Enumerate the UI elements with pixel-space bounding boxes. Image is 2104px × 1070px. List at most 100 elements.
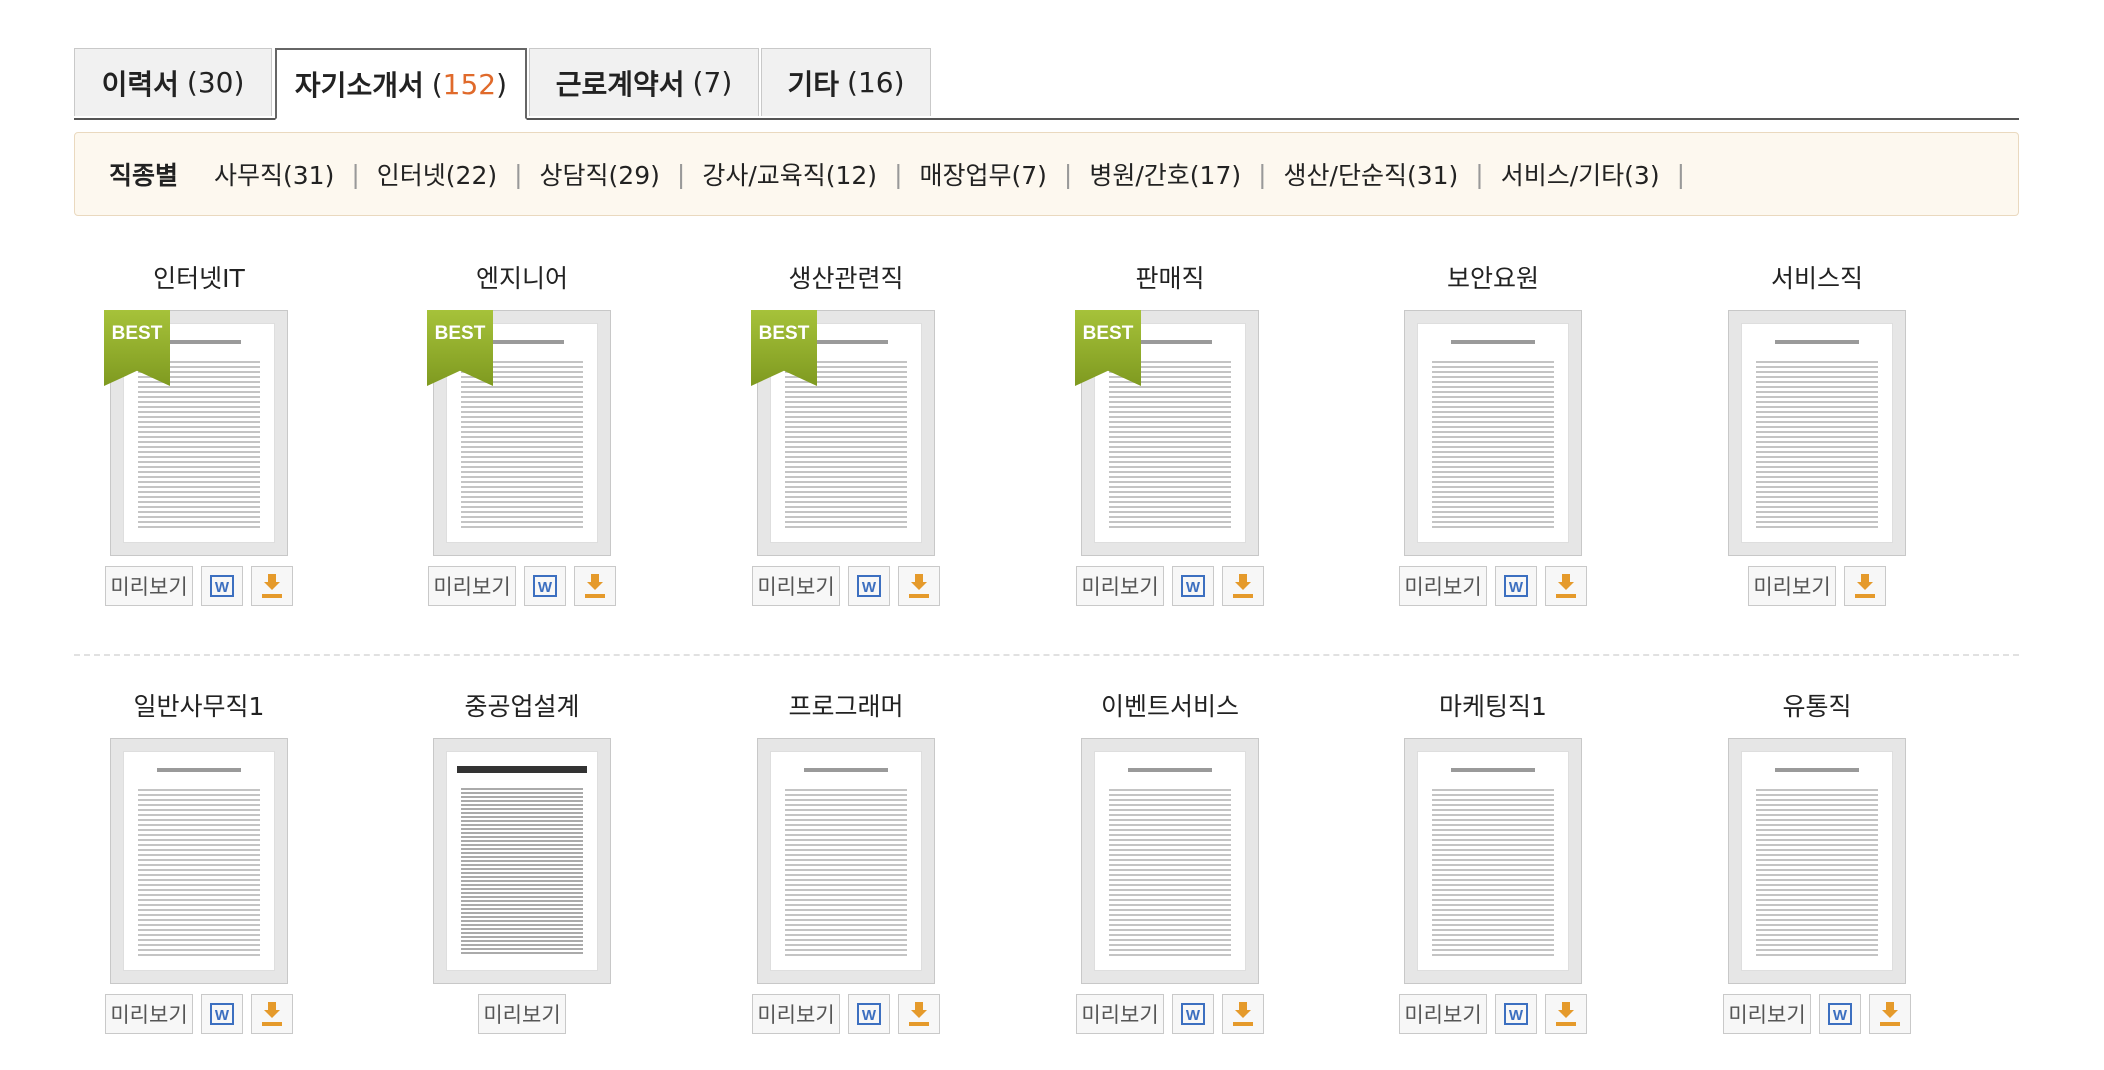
document-thumbnail[interactable]: BEST bbox=[104, 310, 288, 556]
download-button[interactable] bbox=[251, 566, 293, 606]
preview-button[interactable]: 미리보기 bbox=[752, 994, 840, 1034]
download-icon bbox=[1878, 1002, 1902, 1026]
download-button[interactable] bbox=[1545, 566, 1587, 606]
template-row: 일반사무직1 미리보기 W 중공업설계 미리보기 프로그래머 미리보기 W 이벤트서비스 미리보기… bbox=[74, 690, 2019, 1070]
document-thumbnail[interactable] bbox=[433, 738, 611, 984]
filter-separator: | bbox=[1676, 159, 1686, 189]
filter-item-production[interactable]: 생산/단순직(31) bbox=[1284, 156, 1459, 192]
download-button[interactable] bbox=[1222, 994, 1264, 1034]
template-card: 마케팅직1 미리보기 W bbox=[1368, 690, 1618, 1036]
word-download-button[interactable]: W bbox=[848, 566, 890, 606]
download-icon bbox=[907, 1002, 931, 1026]
document-thumbnail[interactable] bbox=[110, 738, 288, 984]
download-icon bbox=[583, 574, 607, 598]
card-title: 프로그래머 bbox=[788, 692, 904, 721]
doc-text-lines bbox=[1109, 786, 1231, 956]
tab-count: (7) bbox=[692, 66, 733, 99]
doc-title-line bbox=[157, 768, 241, 772]
download-button[interactable] bbox=[1222, 566, 1264, 606]
document-thumbnail[interactable]: BEST bbox=[1075, 310, 1259, 556]
download-button[interactable] bbox=[898, 566, 940, 606]
doc-text-lines bbox=[138, 358, 260, 528]
filter-item-internet[interactable]: 인터넷(22) bbox=[377, 156, 497, 192]
word-icon: W bbox=[1181, 1003, 1205, 1025]
card-actions: 미리보기 W bbox=[1368, 994, 1618, 1036]
download-icon bbox=[1853, 574, 1877, 598]
preview-button[interactable]: 미리보기 bbox=[1723, 994, 1811, 1034]
word-icon: W bbox=[210, 575, 234, 597]
document-thumbnail[interactable] bbox=[1404, 738, 1582, 984]
card-title: 보안요원 bbox=[1446, 264, 1539, 293]
word-icon: W bbox=[1504, 575, 1528, 597]
download-button[interactable] bbox=[898, 994, 940, 1034]
tab-cover-letter[interactable]: 자기소개서 (152) bbox=[275, 48, 527, 120]
document-thumbnail[interactable] bbox=[1081, 738, 1259, 984]
document-page bbox=[446, 751, 598, 971]
card-actions: 미리보기 bbox=[397, 994, 647, 1036]
tab-count: (16) bbox=[847, 66, 905, 99]
download-button[interactable] bbox=[251, 994, 293, 1034]
preview-button[interactable]: 미리보기 bbox=[1076, 994, 1164, 1034]
doc-title-line bbox=[804, 768, 888, 772]
document-page bbox=[1417, 751, 1569, 971]
filter-separator: | bbox=[1063, 159, 1073, 189]
category-tabs: 이력서 (30) 자기소개서 (152) 근로계약서 (7) 기타 (16) bbox=[74, 48, 2019, 120]
word-download-button[interactable]: W bbox=[1495, 566, 1537, 606]
word-icon: W bbox=[210, 1003, 234, 1025]
preview-button[interactable]: 미리보기 bbox=[1748, 566, 1836, 606]
document-thumbnail[interactable]: BEST bbox=[751, 310, 935, 556]
download-button[interactable] bbox=[1545, 994, 1587, 1034]
preview-button[interactable]: 미리보기 bbox=[1076, 566, 1164, 606]
doc-text-lines bbox=[1756, 786, 1878, 956]
doc-text-lines bbox=[1432, 786, 1554, 956]
filter-item-office[interactable]: 사무직(31) bbox=[214, 156, 334, 192]
word-download-button[interactable]: W bbox=[524, 566, 566, 606]
word-download-button[interactable]: W bbox=[848, 994, 890, 1034]
preview-button[interactable]: 미리보기 bbox=[105, 994, 193, 1034]
preview-button[interactable]: 미리보기 bbox=[1399, 566, 1487, 606]
tab-resume[interactable]: 이력서 (30) bbox=[74, 48, 272, 116]
filter-item-hospital[interactable]: 병원/간호(17) bbox=[1089, 156, 1241, 192]
word-download-button[interactable]: W bbox=[1172, 994, 1214, 1034]
filter-item-store[interactable]: 매장업무(7) bbox=[920, 156, 1047, 192]
download-button[interactable] bbox=[574, 566, 616, 606]
preview-button[interactable]: 미리보기 bbox=[478, 994, 566, 1034]
tab-employment-contract[interactable]: 근로계약서 (7) bbox=[529, 48, 759, 116]
filter-item-counseling[interactable]: 상담직(29) bbox=[540, 156, 660, 192]
document-thumbnail[interactable] bbox=[1728, 310, 1906, 556]
download-button[interactable] bbox=[1869, 994, 1911, 1034]
tab-count: (30) bbox=[186, 66, 245, 99]
card-actions: 미리보기 W bbox=[397, 566, 647, 608]
preview-button[interactable]: 미리보기 bbox=[1399, 994, 1487, 1034]
word-icon: W bbox=[533, 575, 557, 597]
card-actions: 미리보기 W bbox=[721, 566, 971, 608]
word-download-button[interactable]: W bbox=[201, 566, 243, 606]
download-icon bbox=[1231, 1002, 1255, 1026]
word-download-button[interactable]: W bbox=[1819, 994, 1861, 1034]
card-actions: 미리보기 W bbox=[1368, 566, 1618, 608]
card-title: 이벤트서비스 bbox=[1100, 692, 1239, 721]
doc-text-lines bbox=[1432, 358, 1554, 528]
filter-item-service[interactable]: 서비스/기타(3) bbox=[1501, 156, 1660, 192]
tab-other[interactable]: 기타 (16) bbox=[761, 48, 931, 116]
document-thumbnail[interactable]: BEST bbox=[427, 310, 611, 556]
document-thumbnail[interactable] bbox=[1404, 310, 1582, 556]
filter-item-education[interactable]: 강사/교육직(12) bbox=[702, 156, 877, 192]
download-button[interactable] bbox=[1844, 566, 1886, 606]
card-actions: 미리보기 W bbox=[74, 994, 324, 1036]
download-icon bbox=[907, 574, 931, 598]
word-download-button[interactable]: W bbox=[201, 994, 243, 1034]
word-icon: W bbox=[857, 1003, 881, 1025]
doc-text-lines bbox=[1109, 358, 1231, 528]
card-actions: 미리보기 W bbox=[1045, 994, 1295, 1036]
doc-text-lines bbox=[785, 358, 907, 528]
preview-button[interactable]: 미리보기 bbox=[428, 566, 516, 606]
doc-title-line bbox=[1775, 340, 1859, 344]
preview-button[interactable]: 미리보기 bbox=[105, 566, 193, 606]
word-download-button[interactable]: W bbox=[1172, 566, 1214, 606]
job-type-filter: 직종별 사무직(31) | 인터넷(22) | 상담직(29) | 강사/교육직… bbox=[74, 132, 2019, 216]
word-download-button[interactable]: W bbox=[1495, 994, 1537, 1034]
document-thumbnail[interactable] bbox=[757, 738, 935, 984]
document-thumbnail[interactable] bbox=[1728, 738, 1906, 984]
preview-button[interactable]: 미리보기 bbox=[752, 566, 840, 606]
